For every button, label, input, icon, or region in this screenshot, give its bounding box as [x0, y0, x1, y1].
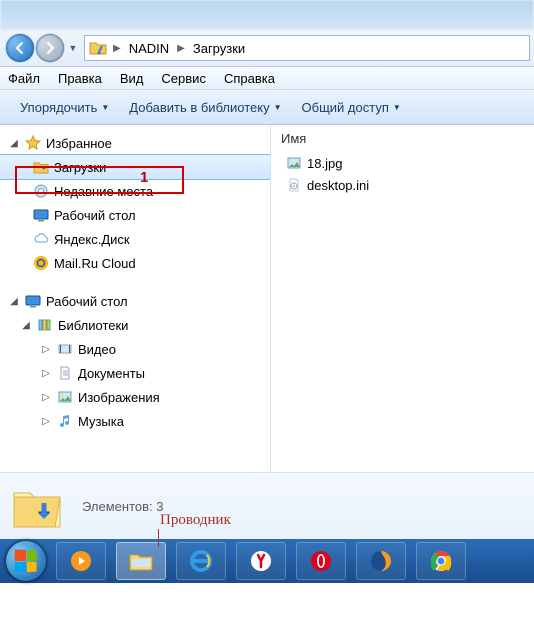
- organize-button[interactable]: Упорядочить▼: [10, 90, 119, 124]
- collapse-icon[interactable]: ◢: [8, 138, 20, 149]
- breadcrumb-root[interactable]: NADIN: [123, 36, 175, 60]
- video-icon: [56, 340, 74, 358]
- tree-label: Изображения: [78, 390, 160, 405]
- menu-view[interactable]: Вид: [120, 71, 144, 86]
- menu-service[interactable]: Сервис: [161, 71, 206, 86]
- toolbar: Упорядочить▼ Добавить в библиотеку▼ Общи…: [0, 90, 534, 125]
- explorer-body: ◢ Избранное Загрузки Недавние места Рабо…: [0, 125, 534, 472]
- breadcrumb-current[interactable]: Загрузки: [187, 36, 251, 60]
- file-item[interactable]: desktop.ini: [281, 174, 524, 196]
- tree-recent[interactable]: Недавние места: [0, 179, 270, 203]
- tree-label: Загрузки: [54, 160, 106, 175]
- tree-label: Библиотеки: [58, 318, 128, 333]
- chevron-right-icon: ▶: [175, 43, 187, 54]
- tree-mailru-cloud[interactable]: Mail.Ru Cloud: [0, 251, 270, 275]
- desktop-icon: [24, 292, 42, 310]
- tree-images[interactable]: ▷ Изображения: [0, 385, 270, 409]
- ini-file-icon: [285, 176, 303, 194]
- details-pane: Элементов: 3 Проводник: [0, 472, 534, 539]
- mailru-icon: [32, 254, 50, 272]
- image-file-icon: [285, 154, 303, 172]
- menu-bar: Файл Правка Вид Сервис Справка: [0, 67, 534, 90]
- taskbar-chrome[interactable]: [416, 542, 466, 580]
- tree-desktop[interactable]: Рабочий стол: [0, 203, 270, 227]
- taskbar-opera[interactable]: [296, 542, 346, 580]
- file-name: 18.jpg: [307, 156, 342, 171]
- tree-libraries[interactable]: ◢ Библиотеки: [0, 313, 270, 337]
- tree-label: Mail.Ru Cloud: [54, 256, 136, 271]
- expand-icon[interactable]: ▷: [40, 392, 52, 403]
- address-bar[interactable]: ▶ NADIN ▶ Загрузки: [84, 35, 530, 61]
- tree-favorites[interactable]: ◢ Избранное: [0, 131, 270, 155]
- tree-video[interactable]: ▷ Видео: [0, 337, 270, 361]
- expand-icon[interactable]: ▷: [40, 344, 52, 355]
- cloud-icon: [32, 230, 50, 248]
- taskbar-firefox[interactable]: [356, 542, 406, 580]
- documents-icon: [56, 364, 74, 382]
- collapse-icon[interactable]: ◢: [20, 320, 32, 331]
- chevron-down-icon: ▼: [274, 103, 282, 112]
- tree-label: Рабочий стол: [54, 208, 136, 223]
- folder-large-icon: [10, 479, 64, 533]
- window-titlebar: [0, 0, 534, 30]
- chevron-down-icon: ▼: [101, 103, 109, 112]
- tree-label: Видео: [78, 342, 116, 357]
- start-button[interactable]: [6, 541, 46, 581]
- chevron-right-icon: ▶: [111, 43, 123, 54]
- tree-label: Документы: [78, 366, 145, 381]
- nav-tree: ◢ Избранное Загрузки Недавние места Рабо…: [0, 125, 271, 472]
- tree-desktop-root[interactable]: ◢ Рабочий стол: [0, 289, 270, 313]
- back-button[interactable]: [6, 34, 34, 62]
- chevron-down-icon: ▼: [393, 103, 401, 112]
- tree-documents[interactable]: ▷ Документы: [0, 361, 270, 385]
- menu-help[interactable]: Справка: [224, 71, 275, 86]
- taskbar: [0, 539, 534, 583]
- taskbar-media-player[interactable]: [56, 542, 106, 580]
- expand-icon[interactable]: ▷: [40, 368, 52, 379]
- tree-downloads[interactable]: Загрузки: [0, 155, 270, 179]
- column-header-name[interactable]: Имя: [281, 131, 524, 146]
- tree-yandex-disk[interactable]: Яндекс.Диск: [0, 227, 270, 251]
- images-icon: [56, 388, 74, 406]
- taskbar-ie[interactable]: [176, 542, 226, 580]
- folder-icon: [89, 39, 107, 57]
- file-list-pane: Имя 18.jpg desktop.ini: [271, 125, 534, 472]
- libraries-icon: [36, 316, 54, 334]
- forward-button[interactable]: [36, 34, 64, 62]
- collapse-icon[interactable]: ◢: [8, 296, 20, 307]
- desktop-icon: [32, 206, 50, 224]
- menu-edit[interactable]: Правка: [58, 71, 102, 86]
- tree-label: Избранное: [46, 136, 112, 151]
- taskbar-yandex[interactable]: [236, 542, 286, 580]
- status-item-count: Элементов: 3: [82, 499, 163, 514]
- star-icon: [24, 134, 42, 152]
- tree-label: Яндекс.Диск: [54, 232, 130, 247]
- history-dropdown[interactable]: ▼: [66, 43, 80, 53]
- file-name: desktop.ini: [307, 178, 369, 193]
- menu-file[interactable]: Файл: [8, 71, 40, 86]
- annotation-explorer-label: Проводник: [160, 512, 231, 529]
- nav-row: ▼ ▶ NADIN ▶ Загрузки: [0, 30, 534, 67]
- music-icon: [56, 412, 74, 430]
- add-to-library-button[interactable]: Добавить в библиотеку▼: [119, 90, 291, 124]
- recent-icon: [32, 182, 50, 200]
- tree-label: Недавние места: [54, 184, 153, 199]
- taskbar-explorer[interactable]: [116, 542, 166, 580]
- share-button[interactable]: Общий доступ▼: [292, 90, 411, 124]
- windows-logo-icon: [15, 550, 37, 573]
- annotation-pointer-line: [158, 529, 159, 547]
- file-item[interactable]: 18.jpg: [281, 152, 524, 174]
- downloads-icon: [32, 158, 50, 176]
- tree-label: Рабочий стол: [46, 294, 128, 309]
- tree-label: Музыка: [78, 414, 124, 429]
- expand-icon[interactable]: ▷: [40, 416, 52, 427]
- tree-music[interactable]: ▷ Музыка: [0, 409, 270, 433]
